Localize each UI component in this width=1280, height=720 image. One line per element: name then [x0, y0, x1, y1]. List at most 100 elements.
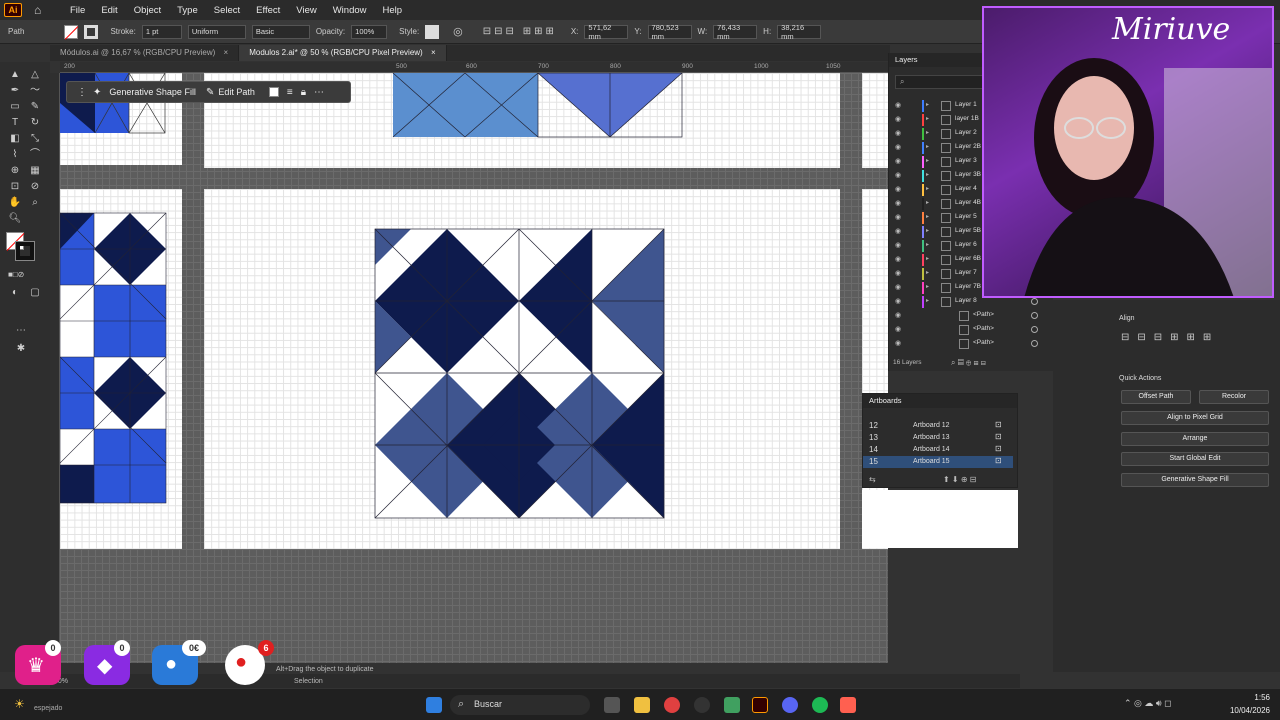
- puppet-warp-icon[interactable]: ✱: [14, 342, 28, 356]
- artboard-options-icon[interactable]: ⊡: [995, 444, 1002, 453]
- eraser-tool-icon[interactable]: ◧: [8, 132, 22, 146]
- type-tool-icon[interactable]: T: [8, 116, 22, 130]
- curvature-tool-icon[interactable]: 〜: [28, 84, 42, 98]
- zoom-tool-icon[interactable]: ⌕: [28, 196, 42, 210]
- artboard-main[interactable]: [204, 189, 840, 549]
- target-circle-icon[interactable]: [1031, 312, 1038, 319]
- recolor-icon[interactable]: ◎: [453, 25, 463, 38]
- weather-icon[interactable]: ☀: [14, 697, 25, 711]
- visibility-eye-icon[interactable]: ◉: [895, 283, 901, 291]
- drag-handle-icon[interactable]: ⋮: [77, 87, 87, 98]
- menu-window[interactable]: Window: [325, 5, 375, 16]
- task-view-icon[interactable]: [604, 697, 620, 713]
- artboard-options-icon[interactable]: ⊡: [995, 420, 1002, 429]
- scale-tool-icon[interactable]: ⤡: [28, 132, 42, 146]
- selection-tool-icon[interactable]: ▲: [8, 68, 22, 82]
- pencil-tool-icon[interactable]: ✎: [28, 100, 42, 114]
- chevron-right-icon[interactable]: ▸: [926, 143, 929, 150]
- home-icon[interactable]: ⌂: [34, 3, 48, 17]
- taskbar-search[interactable]: ⌕ Buscar: [450, 695, 590, 715]
- offset-path-button[interactable]: Offset Path: [1121, 390, 1191, 404]
- zoom-icon[interactable]: 🔍︎: [8, 212, 22, 226]
- menu-lines-icon[interactable]: ≡: [287, 87, 293, 98]
- artboard-row-selected[interactable]: 15 Artboard 15 ⊡: [863, 456, 1013, 468]
- edit-path-icon[interactable]: ✎: [206, 87, 214, 98]
- chevron-right-icon[interactable]: ▸: [926, 255, 929, 262]
- lock-icon[interactable]: 🔒︎: [301, 87, 306, 98]
- target-circle-icon[interactable]: [1031, 340, 1038, 347]
- tab-modulos[interactable]: Módulos.ai @ 16,67 % (RGB/CPU Preview) ×: [50, 45, 240, 61]
- gradient-tool-icon[interactable]: ▦: [28, 164, 42, 178]
- menu-effect[interactable]: Effect: [248, 5, 288, 16]
- chevron-right-icon[interactable]: ▸: [926, 241, 929, 248]
- eyedropper-tool-icon[interactable]: ⌇: [8, 148, 22, 162]
- visibility-eye-icon[interactable]: ◉: [895, 269, 901, 277]
- artboard-row[interactable]: 14 Artboard 14 ⊡: [863, 444, 1013, 456]
- color-mode-icons[interactable]: ■□⊘: [8, 268, 24, 282]
- brush-definition[interactable]: Basic: [251, 24, 310, 39]
- artboard-left[interactable]: [60, 189, 182, 549]
- chevron-right-icon[interactable]: ▸: [926, 115, 929, 122]
- more-options-icon[interactable]: ⋯: [314, 87, 324, 98]
- artboard-footer-icons[interactable]: ⬆ ⬇ ⊕ ⊟: [943, 475, 976, 484]
- visibility-eye-icon[interactable]: ◉: [895, 311, 901, 319]
- align-pixel-grid-button[interactable]: Align to Pixel Grid: [1121, 411, 1269, 425]
- chevron-right-icon[interactable]: ▸: [926, 213, 929, 220]
- menu-view[interactable]: View: [288, 5, 324, 16]
- visibility-eye-icon[interactable]: ◉: [895, 199, 901, 207]
- app-icon[interactable]: [724, 697, 740, 713]
- artboard-row[interactable]: 13 Artboard 13 ⊡: [863, 432, 1013, 444]
- visibility-eye-icon[interactable]: ◉: [895, 143, 901, 151]
- fill-none-icon[interactable]: [268, 87, 279, 97]
- obs-icon[interactable]: [694, 697, 710, 713]
- artboard-options-icon[interactable]: ⊡: [995, 432, 1002, 441]
- visibility-eye-icon[interactable]: ◉: [895, 213, 901, 221]
- hand-tool-icon[interactable]: ✋: [8, 196, 22, 210]
- discord-icon[interactable]: [782, 697, 798, 713]
- fill-swatch[interactable]: [64, 24, 79, 40]
- visibility-eye-icon[interactable]: ◉: [895, 339, 901, 347]
- shape-builder-tool-icon[interactable]: ⊕: [8, 164, 22, 178]
- variable-width-profile[interactable]: Uniform: [187, 24, 246, 39]
- file-explorer-icon[interactable]: [634, 697, 650, 713]
- h-field[interactable]: 38,216 mm: [777, 23, 822, 41]
- menu-object[interactable]: Object: [126, 5, 169, 16]
- chevron-right-icon[interactable]: ▸: [926, 101, 929, 108]
- spotify-icon[interactable]: [812, 697, 828, 713]
- artboard-options-icon[interactable]: ⊡: [995, 456, 1002, 465]
- visibility-eye-icon[interactable]: ◉: [895, 241, 901, 249]
- chevron-right-icon[interactable]: ▸: [926, 227, 929, 234]
- generative-shape-fill-quick-button[interactable]: Generative Shape Fill: [1121, 473, 1269, 487]
- chrome-icon[interactable]: [664, 697, 680, 713]
- panel-footer-icons[interactable]: ⌕ ▤ ⊕ ⊞ ⊟: [951, 358, 986, 368]
- artboard-tool-icon[interactable]: ⊡: [8, 180, 22, 194]
- tray-icons[interactable]: ⌃ ◎ ☁ 🔊︎ ◻: [1124, 698, 1172, 709]
- sparkle-icon[interactable]: ✦: [93, 87, 101, 98]
- screen-mode-icon[interactable]: ▢: [28, 286, 42, 300]
- visibility-eye-icon[interactable]: ◉: [895, 157, 901, 165]
- brush-tool-icon[interactable]: ⌒: [28, 148, 42, 162]
- visibility-eye-icon[interactable]: ◉: [895, 227, 901, 235]
- opacity-field[interactable]: 100%: [351, 24, 388, 39]
- stroke-swatch[interactable]: [84, 24, 99, 39]
- rectangle-tool-icon[interactable]: ▭: [8, 100, 22, 114]
- direct-selection-tool-icon[interactable]: △: [28, 68, 42, 82]
- chevron-right-icon[interactable]: ▸: [926, 129, 929, 136]
- artboard-row[interactable]: 12 Artboard 12 ⊡: [863, 420, 1013, 432]
- illustrator-taskbar-icon[interactable]: [752, 697, 768, 713]
- visibility-eye-icon[interactable]: ◉: [895, 129, 901, 137]
- generative-shape-fill-button[interactable]: Generative Shape Fill: [109, 87, 196, 97]
- w-field[interactable]: 76,433 mm: [713, 23, 758, 41]
- chevron-right-icon[interactable]: ▸: [926, 269, 929, 276]
- rotate-tool-icon[interactable]: ↻: [28, 116, 42, 130]
- align-buttons-icon[interactable]: ⊟⊟⊟⊞⊞⊞: [1121, 332, 1219, 343]
- menu-help[interactable]: Help: [375, 5, 411, 16]
- chevron-right-icon[interactable]: ▸: [926, 171, 929, 178]
- chevron-right-icon[interactable]: ▸: [926, 157, 929, 164]
- more-tools-icon[interactable]: ⋯: [14, 324, 28, 338]
- chevron-right-icon[interactable]: ▸: [926, 199, 929, 206]
- menu-file[interactable]: File: [62, 5, 93, 16]
- path-row[interactable]: ◉ <Path>: [889, 309, 1054, 323]
- recolor-button[interactable]: Recolor: [1199, 390, 1269, 404]
- tab-modulos-2[interactable]: Modulos 2.ai* @ 50 % (RGB/CPU Pixel Prev…: [239, 45, 447, 61]
